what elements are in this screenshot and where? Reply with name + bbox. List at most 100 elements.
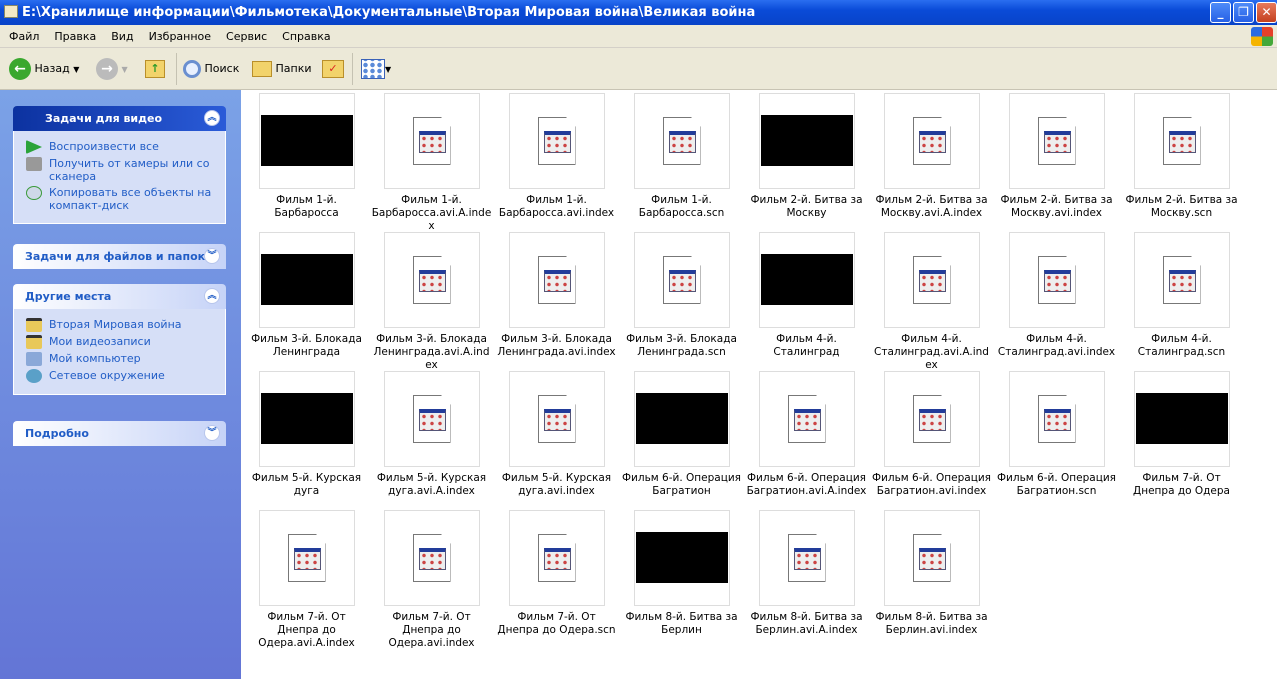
title-bar: E:\Хранилище информации\Фильмотека\Докум… [0,0,1277,25]
file-name: Фильм 4-й. Сталинград [773,333,840,358]
file-name: Фильм 5-й. Курская дуга.avi.index [501,472,612,497]
generic-file-icon [912,256,951,304]
thumbnail [258,371,355,467]
file-tasks-header[interactable]: Задачи для файлов и папок ︾ [13,244,226,269]
generic-file-icon [537,117,576,165]
file-name: Фильм 1-й. Барбаросса [274,194,339,219]
video-file-item[interactable]: Фильм 8-й. Битва за Берлин [619,507,744,637]
video-thumbnail-frame [260,254,353,305]
details-header[interactable]: Подробно ︾ [13,421,226,446]
place-my-computer[interactable]: Мой компьютер [26,352,217,366]
expand-chevron-icon[interactable]: ︾ [204,425,220,441]
thumbnail [633,371,730,467]
file-item[interactable]: Фильм 7-й. От Днепра до Одера.avi.index [369,507,494,650]
video-tasks-header[interactable]: Задачи для видео ︽ [13,106,226,131]
menu-view[interactable]: Вид [102,25,139,43]
video-tasks-panel: Задачи для видео ︽ Воспроизвести все Полу… [13,106,226,224]
file-item[interactable]: Фильм 6-й. Операция Багратион.avi.A.inde… [744,368,869,498]
generic-file-icon [537,534,576,582]
video-thumbnail-frame [760,254,853,305]
file-item[interactable]: Фильм 5-й. Курская дуга.avi.A.index [369,368,494,498]
file-item[interactable]: Фильм 7-й. От Днепра до Одера.avi.A.inde… [244,507,369,650]
file-item[interactable]: Фильм 2-й. Битва за Москву.avi.A.index [869,90,994,220]
file-item[interactable]: Фильм 6-й. Операция Багратион.scn [994,368,1119,498]
file-name: Фильм 5-й. Курская дуга.avi.A.index [376,472,487,497]
generic-file-icon [912,117,951,165]
file-item[interactable]: Фильм 7-й. От Днепра до Одера.scn [494,507,619,637]
place-network[interactable]: Сетевое окружение [26,369,217,383]
file-name: Фильм 2-й. Битва за Москву [750,194,863,219]
close-button[interactable]: ✕ [1256,2,1277,23]
file-item[interactable]: Фильм 3-й. Блокада Ленинграда.avi.index [494,229,619,359]
collapse-chevron-icon[interactable]: ︽ [204,110,220,126]
file-item[interactable]: Фильм 8-й. Битва за Берлин.avi.index [869,507,994,637]
generic-file-icon [912,534,951,582]
maximize-button[interactable]: ❐ [1233,2,1254,23]
file-item[interactable]: Фильм 2-й. Битва за Москву.avi.index [994,90,1119,220]
menu-edit[interactable]: Правка [45,25,102,43]
other-places-panel: Другие места ︽ Вторая Мировая война Мои в… [13,284,226,395]
file-item[interactable]: Фильм 1-й. Барбаросса.avi.index [494,90,619,220]
folder-sync-button[interactable]: ✓ [322,57,344,81]
generic-file-icon [1162,117,1201,165]
expand-chevron-icon[interactable]: ︾ [204,248,220,264]
thumbnail [758,232,855,328]
video-file-item[interactable]: Фильм 1-й. Барбаросса [244,90,369,220]
menu-help[interactable]: Справка [273,25,336,43]
file-item[interactable]: Фильм 8-й. Битва за Берлин.avi.A.index [744,507,869,637]
file-name: Фильм 7-й. От Днепра до Одера [1133,472,1230,497]
search-button[interactable]: Поиск [183,57,239,81]
minimize-button[interactable]: _ [1210,2,1231,23]
play-all-link[interactable]: Воспроизвести все [26,140,217,154]
file-name: Фильм 8-й. Битва за Берлин.avi.A.index [750,611,863,636]
thumbnail [883,232,980,328]
file-item[interactable]: Фильм 6-й. Операция Багратион.avi.index [869,368,994,498]
folders-label: Папки [275,62,312,75]
menu-file[interactable]: Файл [0,25,45,43]
thumbnail [508,510,605,606]
windows-logo-icon [1251,27,1273,46]
other-places-header[interactable]: Другие места ︽ [13,284,226,309]
video-file-item[interactable]: Фильм 4-й. Сталинград [744,229,869,359]
menu-tools[interactable]: Сервис [217,25,273,43]
collapse-chevron-icon[interactable]: ︽ [204,288,220,304]
file-name: Фильм 8-й. Битва за Берлин.avi.index [875,611,988,636]
file-item[interactable]: Фильм 4-й. Сталинград.avi.A.index [869,229,994,372]
file-name: Фильм 4-й. Сталинград.scn [1137,333,1226,358]
get-from-camera-link[interactable]: Получить от камеры или со сканера [26,157,217,183]
video-file-item[interactable]: Фильм 7-й. От Днепра до Одера [1119,368,1244,498]
file-name: Фильм 4-й. Сталинград.avi.index [997,333,1116,358]
search-label: Поиск [204,62,240,75]
thumbnail [633,93,730,189]
video-file-item[interactable]: Фильм 5-й. Курская дуга [244,368,369,498]
video-file-item[interactable]: Фильм 6-й. Операция Багратион [619,368,744,498]
video-thumbnail-frame [260,115,353,166]
forward-button[interactable]: → ▼ [96,57,128,81]
generic-file-icon [412,395,451,443]
back-button[interactable]: ← Назад ▼ [9,57,79,81]
file-item[interactable]: Фильм 4-й. Сталинград.scn [1119,229,1244,359]
folders-button[interactable]: Папки [252,57,312,81]
file-name: Фильм 6-й. Операция Багратион.avi.index [872,472,991,497]
file-item[interactable]: Фильм 3-й. Блокада Ленинграда.scn [619,229,744,359]
views-button[interactable]: ▼ [361,57,391,81]
copy-to-cd-link[interactable]: Копировать все объекты на компакт-диск [26,186,217,212]
thumbnail [383,93,480,189]
file-item[interactable]: Фильм 3-й. Блокада Ленинграда.avi.A.inde… [369,229,494,372]
menu-favorites[interactable]: Избранное [140,25,217,43]
search-icon [183,60,201,78]
place-my-videos[interactable]: Мои видеозаписи [26,335,217,349]
details-panel: Подробно ︾ [13,421,226,446]
file-name: Фильм 5-й. Курская дуга [251,472,362,497]
file-item[interactable]: Фильм 1-й. Барбаросса.avi.A.index [369,90,494,233]
up-folder-button[interactable]: ↑ [145,57,165,81]
place-ww2[interactable]: Вторая Мировая война [26,318,217,332]
file-item[interactable]: Фильм 4-й. Сталинград.avi.index [994,229,1119,359]
video-file-item[interactable]: Фильм 3-й. Блокада Ленинграда [244,229,369,359]
window-title: E:\Хранилище информации\Фильмотека\Докум… [22,5,756,20]
video-file-item[interactable]: Фильм 2-й. Битва за Москву [744,90,869,220]
generic-file-icon [1162,256,1201,304]
file-item[interactable]: Фильм 5-й. Курская дуга.avi.index [494,368,619,498]
file-item[interactable]: Фильм 1-й. Барбаросса.scn [619,90,744,220]
file-item[interactable]: Фильм 2-й. Битва за Москву.scn [1119,90,1244,220]
